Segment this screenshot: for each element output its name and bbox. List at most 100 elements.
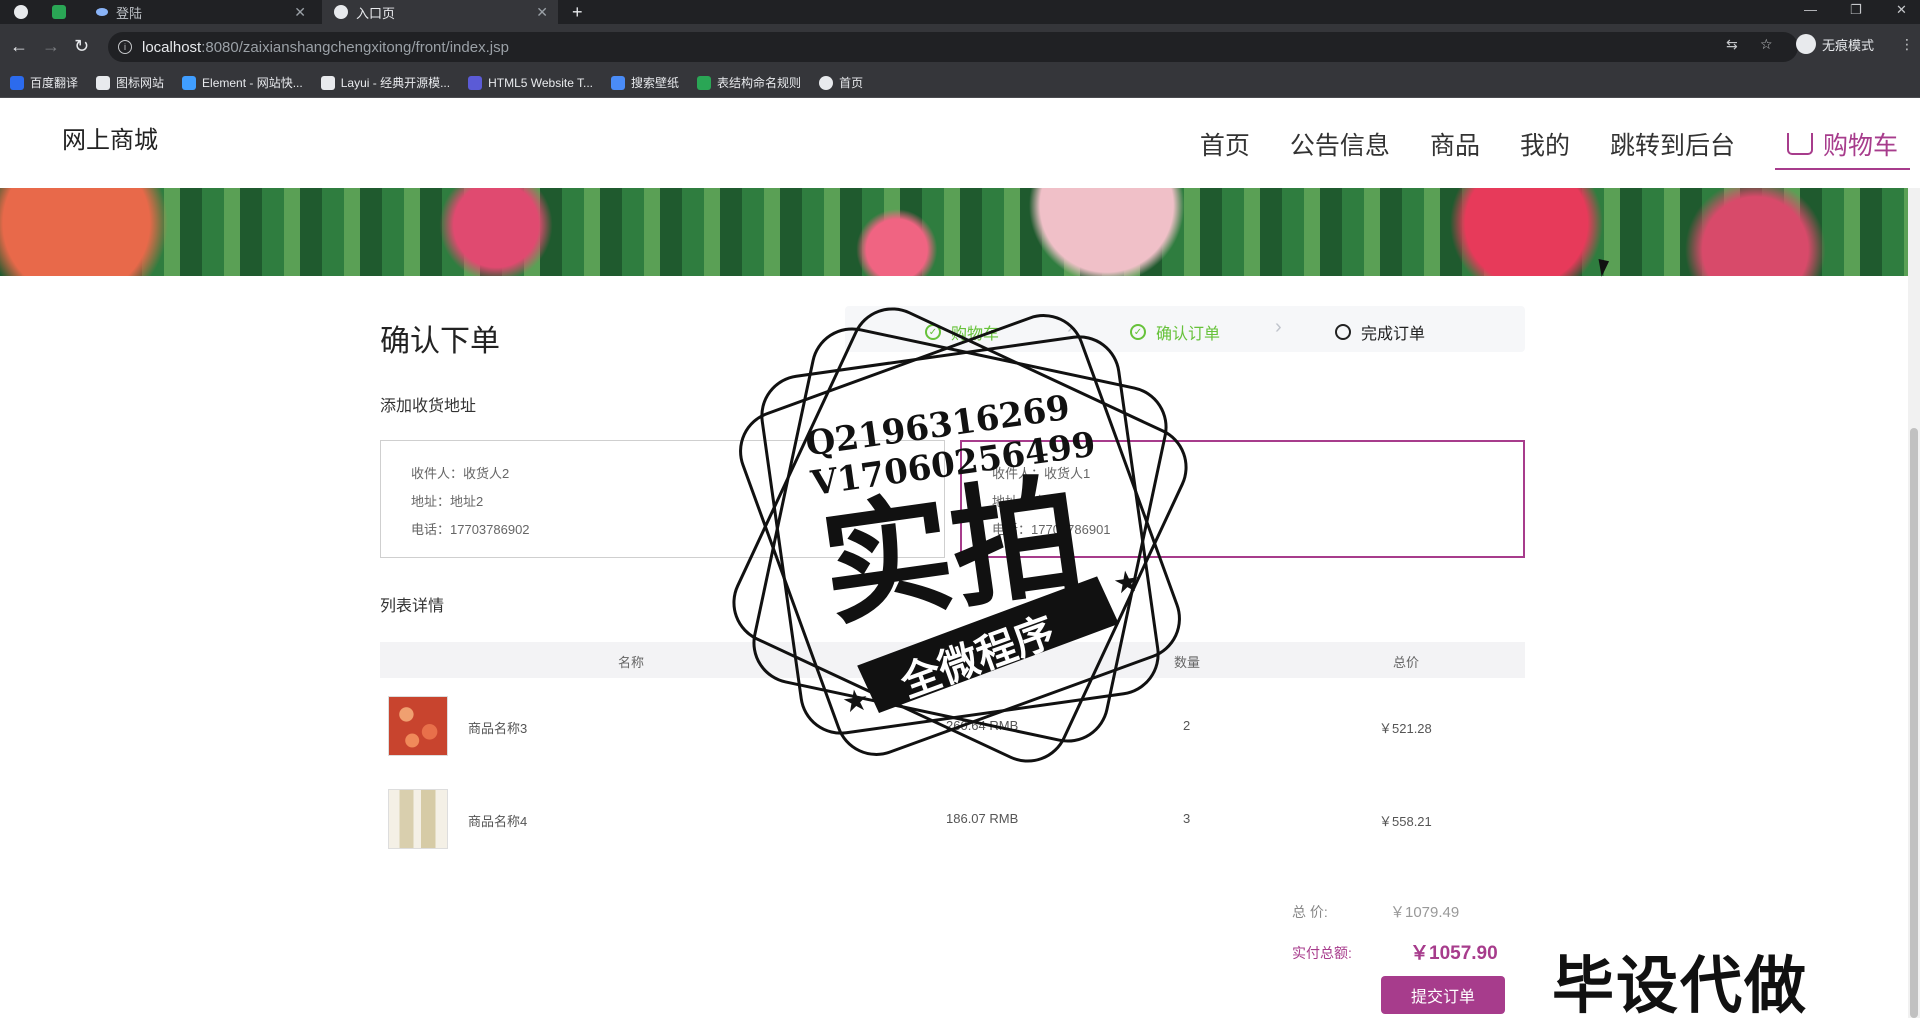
bookmark-label: 表结构命名规则 [717, 76, 802, 90]
site-icon [96, 8, 108, 16]
list-section-title: 列表详情 [380, 598, 445, 615]
globe-icon [14, 5, 28, 19]
address-card[interactable]: 收件人：收货人2 地址：地址2 电话：17703786902 [380, 440, 945, 558]
tab-pinned-2[interactable] [42, 0, 84, 24]
bookmark-item[interactable]: 搜索壁纸 [611, 74, 679, 91]
product-qty: 3 [1183, 811, 1191, 826]
incognito-label: 无痕模式 [1822, 37, 1875, 53]
table-icon [697, 75, 712, 90]
browser-toolbar: ← → ↻ i localhost :8080/zaixianshangchen… [0, 24, 1920, 68]
pay-label: 实付总额: [1292, 945, 1352, 961]
bookmark-label: Layui - 经典开源模... [340, 76, 451, 90]
incognito-badge[interactable]: 无痕模式 [1796, 34, 1874, 54]
check-circle-icon: ✓ [925, 324, 941, 340]
bookmark-label: 首页 [839, 76, 864, 90]
bookmark-label: 图标网站 [116, 76, 165, 90]
bookmark-item[interactable]: Element - 网站快... [182, 74, 303, 91]
nav-mine[interactable]: 我的 [1520, 126, 1570, 170]
nav-admin[interactable]: 跳转到后台 [1610, 126, 1735, 170]
bookmark-label: 搜索壁纸 [631, 76, 680, 90]
bookmark-item[interactable]: 百度翻译 [10, 74, 78, 91]
ad-overlay-text: 毕设代做 [1552, 952, 1809, 1021]
flower-banner [0, 188, 1908, 276]
product-total: ￥521.28 [1379, 721, 1432, 736]
product-name: 商品名称3 [468, 721, 528, 736]
check-circle-icon: ✓ [1130, 324, 1146, 340]
bookmark-label: 百度翻译 [30, 76, 79, 90]
address-receiver: 收件人：收货人2 [411, 466, 510, 481]
bookmark-label: Element - 网站快... [202, 76, 303, 90]
star-icon[interactable]: ☆ [1760, 36, 1773, 53]
flag-icon [96, 75, 111, 90]
address-detail: 地址：地址1 [992, 494, 1065, 509]
order-steps: ✓ 购物车 › ✓ 确认订单 › 完成订单 [845, 306, 1525, 352]
wallpaper-icon [611, 75, 626, 90]
scrollbar-thumb[interactable] [1910, 428, 1918, 1018]
incognito-icon [1796, 34, 1816, 54]
bookmark-item[interactable]: 表结构命名规则 [697, 74, 801, 91]
html5-icon [468, 75, 483, 90]
product-thumbnail[interactable] [388, 789, 448, 849]
reload-icon[interactable]: ↻ [74, 36, 89, 56]
circle-icon [1335, 324, 1351, 340]
total-label: 总 价: [1292, 904, 1328, 920]
browser-tab-bar: 登陆 ✕ 入口页 ✕ + — ❐ ✕ [0, 0, 1920, 24]
site-logo[interactable]: 网上商城 [62, 120, 158, 155]
url-path: :8080/zaixianshangchengxitong/front/inde… [201, 38, 509, 56]
bookmark-item[interactable]: 图标网站 [96, 74, 164, 91]
address-card-selected[interactable]: 收件人：收货人1 地址：地址1 电话：17703786901 [960, 440, 1525, 558]
app-icon [52, 5, 66, 19]
total-value: ￥1079.49 [1390, 904, 1460, 921]
tab-entry[interactable]: 入口页 ✕ [322, 0, 558, 24]
forward-icon[interactable]: → [42, 36, 60, 56]
step-confirm: ✓ 确认订单 [1130, 320, 1220, 344]
address-receiver: 收件人：收货人1 [992, 466, 1091, 481]
chevron-right-icon: › [1275, 316, 1282, 338]
address-bar[interactable]: i localhost :8080/zaixianshangchengxiton… [108, 32, 1798, 62]
nav-home[interactable]: 首页 [1200, 126, 1250, 170]
address-section-title: 添加收货地址 [380, 398, 477, 415]
product-thumbnail[interactable] [388, 696, 448, 756]
address-detail: 地址：地址2 [411, 494, 484, 509]
close-icon[interactable]: ✕ [294, 4, 306, 21]
close-window-icon[interactable]: ✕ [1896, 2, 1907, 18]
close-icon[interactable]: ✕ [536, 4, 548, 21]
bookmarks-bar: 百度翻译 图标网站 Element - 网站快... Layui - 经典开源模… [0, 68, 1920, 98]
site-header: 网上商城 首页 公告信息 商品 我的 跳转到后台 购物车 [0, 98, 1920, 188]
element-icon [182, 75, 197, 90]
column-name: 名称 [618, 655, 645, 670]
layui-icon [320, 75, 335, 90]
step-cart: ✓ 购物车 [925, 320, 999, 344]
translate-icon[interactable]: ⇆ [1726, 36, 1738, 53]
step-label: 确认订单 [1156, 326, 1221, 343]
nav-products[interactable]: 商品 [1430, 126, 1480, 170]
tab-pinned-1[interactable] [0, 0, 40, 24]
nav-cart[interactable]: 购物车 [1774, 126, 1910, 170]
menu-icon[interactable]: ⋮ [1900, 36, 1914, 53]
info-icon[interactable]: i [118, 40, 132, 54]
bookmark-item[interactable]: HTML5 Website T... [468, 75, 594, 90]
nav-cart-label: 购物车 [1822, 132, 1898, 160]
tab-label: 登陆 [116, 5, 143, 21]
back-icon[interactable]: ← [10, 36, 28, 56]
globe-icon [334, 5, 348, 19]
bookmark-item[interactable]: Layui - 经典开源模... [320, 74, 451, 91]
submit-order-button[interactable]: 提交订单 [1381, 976, 1505, 1014]
new-tab-button[interactable]: + [572, 0, 596, 24]
product-qty: 2 [1183, 718, 1191, 733]
bookmark-item[interactable]: 首页 [819, 74, 863, 91]
minimize-icon[interactable]: — [1804, 2, 1817, 17]
tab-login[interactable]: 登陆 ✕ [86, 0, 316, 24]
bookmark-label: HTML5 Website T... [488, 75, 594, 90]
step-label: 购物车 [951, 326, 1000, 343]
chevron-right-icon: › [1067, 316, 1074, 338]
main-nav: 首页 公告信息 商品 我的 跳转到后台 购物车 [1200, 126, 1920, 170]
nav-notices[interactable]: 公告信息 [1290, 126, 1390, 170]
product-total: ￥558.21 [1379, 814, 1432, 829]
table-row: 商品名称4 186.07 RMB 3 ￥558.21 [380, 771, 1525, 865]
restore-icon[interactable]: ❐ [1850, 2, 1862, 18]
url-host: localhost [142, 38, 202, 56]
product-price: 186.07 RMB [946, 811, 1019, 826]
order-confirm-panel: 确认下单 ✓ 购物车 › ✓ 确认订单 › 完成订单 添加收货地址 收件人：收货… [380, 276, 1525, 1018]
step-label: 完成订单 [1361, 326, 1426, 343]
